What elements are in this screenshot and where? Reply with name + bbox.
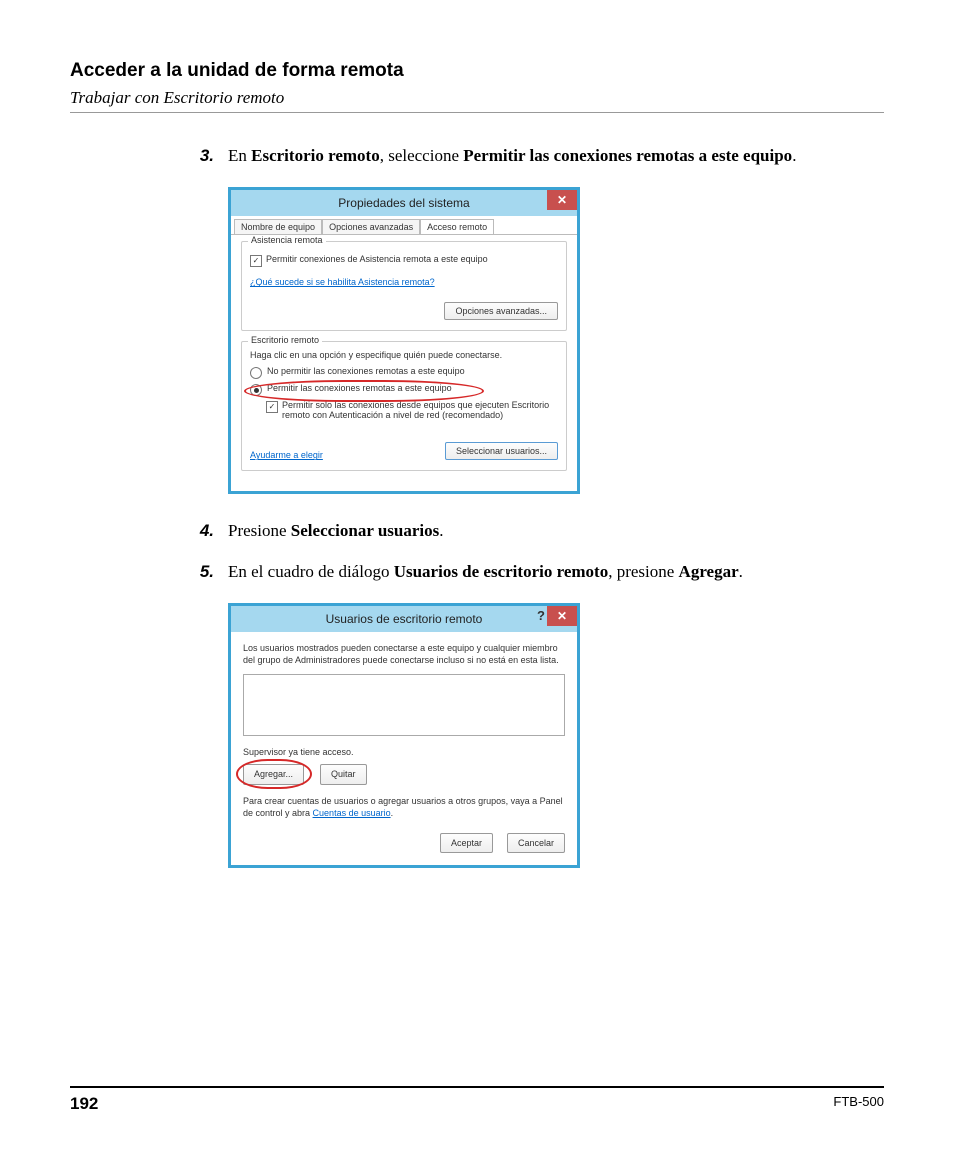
radio-icon	[250, 367, 262, 379]
checkbox-nla-only[interactable]: ✓ Permitir solo las conexiones desde equ…	[266, 400, 558, 420]
advanced-options-button[interactable]: Opciones avanzadas...	[444, 302, 558, 320]
checkbox-allow-assistance[interactable]: ✓ Permitir conexiones de Asistencia remo…	[250, 254, 558, 267]
link-help-choose[interactable]: Ayudarme a elegir	[250, 450, 323, 460]
group-remote-desktop: Escritorio remoto Haga clic en una opció…	[241, 341, 567, 471]
step-text: Presione Seleccionar usuarios.	[228, 518, 854, 544]
button-row: Agregar... Quitar	[243, 764, 565, 784]
tab-advanced-options[interactable]: Opciones avanzadas	[322, 219, 420, 234]
dialog-title: Propiedades del sistema	[338, 196, 469, 210]
document-page: Acceder a la unidad de forma remota Trab…	[0, 0, 954, 1159]
close-icon[interactable]: ✕	[547, 606, 577, 626]
radio-allow-remote[interactable]: Permitir las conexiones remotas a este e…	[250, 383, 558, 396]
section-title: Acceder a la unidad de forma remota	[70, 60, 884, 82]
instruction-steps: 3. En Escritorio remoto, seleccione Perm…	[180, 143, 854, 868]
page-footer: 192 FTB-500	[70, 1086, 884, 1114]
section-subtitle: Trabajar con Escritorio remoto	[70, 88, 884, 108]
checkbox-icon: ✓	[250, 255, 262, 267]
step-3: 3. En Escritorio remoto, seleccione Perm…	[180, 143, 854, 169]
screenshot-system-properties: Propiedades del sistema ✕ Nombre de equi…	[228, 187, 854, 494]
add-button[interactable]: Agregar...	[243, 764, 304, 784]
dialog-title: Usuarios de escritorio remoto	[326, 612, 483, 626]
dialog-system-properties: Propiedades del sistema ✕ Nombre de equi…	[228, 187, 580, 494]
tab-strip: Nombre de equipo Opciones avanzadas Acce…	[231, 216, 577, 235]
tab-remote-access[interactable]: Acceso remoto	[420, 219, 494, 234]
intro-text: Los usuarios mostrados pueden conectarse…	[243, 642, 565, 666]
titlebar[interactable]: Propiedades del sistema ✕	[231, 190, 577, 216]
radio-icon	[250, 384, 262, 396]
screenshot-remote-users: Usuarios de escritorio remoto ? ✕ Los us…	[228, 603, 854, 868]
select-users-button[interactable]: Seleccionar usuarios...	[445, 442, 558, 460]
tab-computer-name[interactable]: Nombre de equipo	[234, 219, 322, 234]
step-number: 4.	[180, 518, 228, 544]
product-model: FTB-500	[833, 1094, 884, 1114]
checkbox-icon: ✓	[266, 401, 278, 413]
users-listbox[interactable]	[243, 674, 565, 736]
page-number: 192	[70, 1094, 98, 1114]
step-text: En el cuadro de diálogo Usuarios de escr…	[228, 559, 854, 585]
remove-button[interactable]: Quitar	[320, 764, 367, 784]
ok-button[interactable]: Aceptar	[440, 833, 493, 853]
footer-buttons: Aceptar Cancelar	[243, 833, 565, 853]
dialog-body: Los usuarios mostrados pueden conectarse…	[231, 632, 577, 865]
page-header: Acceder a la unidad de forma remota Trab…	[70, 60, 884, 113]
cancel-button[interactable]: Cancelar	[507, 833, 565, 853]
step-number: 3.	[180, 143, 228, 169]
link-what-happens[interactable]: ¿Qué sucede si se habilita Asistencia re…	[250, 277, 435, 287]
dialog-body: Asistencia remota ✓ Permitir conexiones …	[231, 235, 577, 491]
step-5: 5. En el cuadro de diálogo Usuarios de e…	[180, 559, 854, 585]
titlebar[interactable]: Usuarios de escritorio remoto ? ✕	[231, 606, 577, 632]
group-label: Escritorio remoto	[248, 335, 322, 345]
hint-text: Haga clic en una opción y especifique qu…	[250, 350, 558, 360]
radio-no-remote[interactable]: No permitir las conexiones remotas a est…	[250, 366, 558, 379]
link-user-accounts[interactable]: Cuentas de usuario	[313, 808, 391, 818]
help-icon[interactable]: ?	[537, 608, 545, 623]
step-text: En Escritorio remoto, seleccione Permiti…	[228, 143, 854, 169]
step-number: 5.	[180, 559, 228, 585]
group-remote-assistance: Asistencia remota ✓ Permitir conexiones …	[241, 241, 567, 331]
group-label: Asistencia remota	[248, 235, 326, 245]
dialog-remote-users: Usuarios de escritorio remoto ? ✕ Los us…	[228, 603, 580, 868]
note-text: Para crear cuentas de usuarios o agregar…	[243, 795, 565, 819]
step-4: 4. Presione Seleccionar usuarios.	[180, 518, 854, 544]
access-note: Supervisor ya tiene acceso.	[243, 746, 565, 758]
close-icon[interactable]: ✕	[547, 190, 577, 210]
